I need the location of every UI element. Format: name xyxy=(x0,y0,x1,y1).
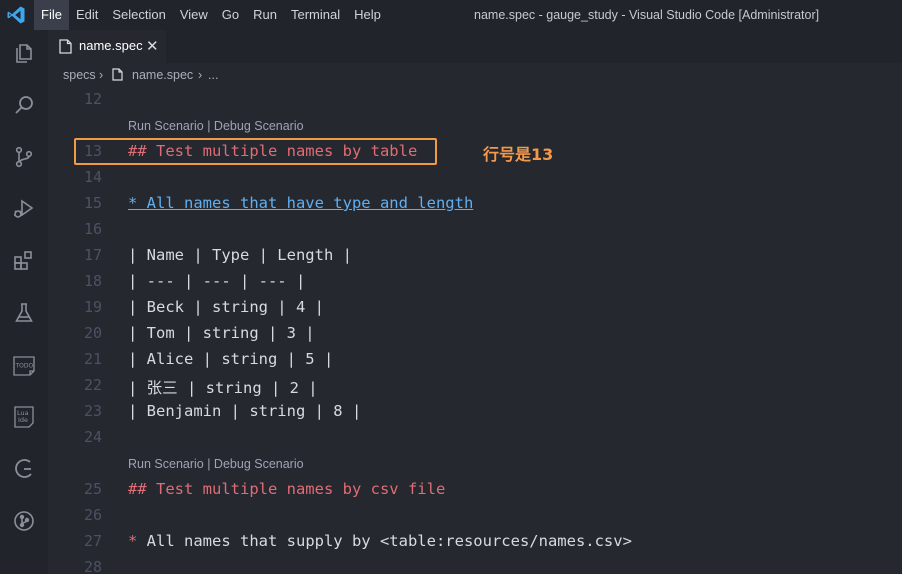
code-line: 17 | Name | Type | Length | xyxy=(48,243,902,269)
code-line: 12 xyxy=(48,87,902,113)
line-number: 24 xyxy=(83,428,102,446)
table-row: | --- | --- | --- | xyxy=(128,272,306,290)
tab-close-icon[interactable]: ✕ xyxy=(146,37,159,55)
code-line: 22 | 张三 | string | 2 | xyxy=(48,373,902,399)
code-line: 23 | Benjamin | string | 8 | xyxy=(48,399,902,425)
title-bar: File Edit Selection View Go Run Terminal… xyxy=(0,0,902,30)
line-number: 17 xyxy=(83,246,102,264)
tab-bar: name.spec ✕ xyxy=(48,30,902,63)
activity-bar: TODO Lua Ide xyxy=(0,30,48,574)
line-number: 26 xyxy=(83,506,102,524)
code-line: 18 | --- | --- | --- | xyxy=(48,269,902,295)
menu-view[interactable]: View xyxy=(173,0,215,30)
line-number: 18 xyxy=(83,272,102,290)
table-row: | Beck | string | 4 | xyxy=(128,298,324,316)
code-line: 20 | Tom | string | 3 | xyxy=(48,321,902,347)
lua-ide-icon[interactable]: Lua Ide xyxy=(9,402,39,432)
line-number: 27 xyxy=(83,532,102,550)
codelens-run-debug[interactable]: Run Scenario | Debug Scenario xyxy=(128,119,304,133)
code-line: 28 xyxy=(48,555,902,574)
explorer-icon[interactable] xyxy=(9,38,39,68)
line-number: 19 xyxy=(83,298,102,316)
menu-run[interactable]: Run xyxy=(246,0,284,30)
line-number: 23 xyxy=(83,402,102,420)
breadcrumb-file[interactable]: name.spec xyxy=(132,68,193,82)
line-number: 12 xyxy=(83,90,102,108)
menu-terminal[interactable]: Terminal xyxy=(284,0,347,30)
line-number-annotation: 行号是13 xyxy=(483,145,554,164)
code-line: 24 xyxy=(48,425,902,451)
git-graph-icon[interactable] xyxy=(9,506,39,536)
line-number: 25 xyxy=(83,480,102,498)
search-icon[interactable] xyxy=(9,90,39,120)
menu-bar: File Edit Selection View Go Run Terminal… xyxy=(34,0,388,30)
menu-help[interactable]: Help xyxy=(347,0,388,30)
breadcrumb-separator: › xyxy=(99,68,104,82)
tab-label: name.spec xyxy=(79,38,143,53)
line-number: 20 xyxy=(83,324,102,342)
breadcrumb: specs › name.spec › ... xyxy=(48,63,902,87)
code-line: 27 * All names that supply by <table:res… xyxy=(48,529,902,555)
code-line: 25 ## Test multiple names by csv file xyxy=(48,477,902,503)
table-row: | 张三 | string | 2 | xyxy=(128,379,318,397)
table-row: | Alice | string | 5 | xyxy=(128,350,334,368)
menu-edit[interactable]: Edit xyxy=(69,0,105,30)
scenario-heading: ## Test multiple names by csv file xyxy=(128,480,446,498)
step-link[interactable]: * All names that have type and length xyxy=(128,194,473,212)
code-line: 16 xyxy=(48,217,902,243)
code-line: 19 | Beck | string | 4 | xyxy=(48,295,902,321)
highlight-box xyxy=(74,138,437,165)
table-row: | Benjamin | string | 8 | xyxy=(128,402,362,420)
editor[interactable]: 12 Run Scenario | Debug Scenario 13 ## T… xyxy=(48,87,902,574)
code-line: 21 | Alice | string | 5 | xyxy=(48,347,902,373)
tab-name-spec[interactable]: name.spec ✕ xyxy=(48,30,166,63)
file-icon xyxy=(59,39,72,54)
line-number: 21 xyxy=(83,350,102,368)
breadcrumb-more[interactable]: ... xyxy=(208,68,218,82)
line-number: 22 xyxy=(83,376,102,394)
breadcrumb-file-icon xyxy=(112,68,123,81)
gauge-icon[interactable] xyxy=(9,454,39,484)
menu-selection[interactable]: Selection xyxy=(105,0,172,30)
todo-icon[interactable]: TODO xyxy=(9,350,39,380)
line-number: 14 xyxy=(83,168,102,186)
line-number: 16 xyxy=(83,220,102,238)
vscode-logo-icon xyxy=(7,6,25,24)
codelens-run-debug[interactable]: Run Scenario | Debug Scenario xyxy=(128,457,304,471)
ide-icon-label: Ide xyxy=(18,416,28,424)
step-text: * All names that supply by <table:resour… xyxy=(128,532,632,550)
breadcrumb-folder[interactable]: specs xyxy=(63,68,96,82)
extensions-icon[interactable] xyxy=(9,246,39,276)
testing-flask-icon[interactable] xyxy=(9,298,39,328)
todo-icon-label: TODO xyxy=(15,363,34,370)
code-line: 14 xyxy=(48,165,902,191)
code-line: 15 * All names that have type and length xyxy=(48,191,902,217)
breadcrumb-separator: › xyxy=(198,68,203,82)
code-line: 26 xyxy=(48,503,902,529)
step-body: All names that supply by <table:resource… xyxy=(137,532,632,550)
line-number: 28 xyxy=(83,558,102,574)
window-title: name.spec - gauge_study - Visual Studio … xyxy=(474,8,820,22)
run-debug-icon[interactable] xyxy=(9,194,39,224)
line-number: 15 xyxy=(83,194,102,212)
menu-go[interactable]: Go xyxy=(215,0,246,30)
step-bullet: * xyxy=(128,532,138,550)
table-row: | Tom | string | 3 | xyxy=(128,324,315,342)
menu-file[interactable]: File xyxy=(34,0,69,30)
source-control-icon[interactable] xyxy=(9,142,39,172)
table-row: | Name | Type | Length | xyxy=(128,246,352,264)
